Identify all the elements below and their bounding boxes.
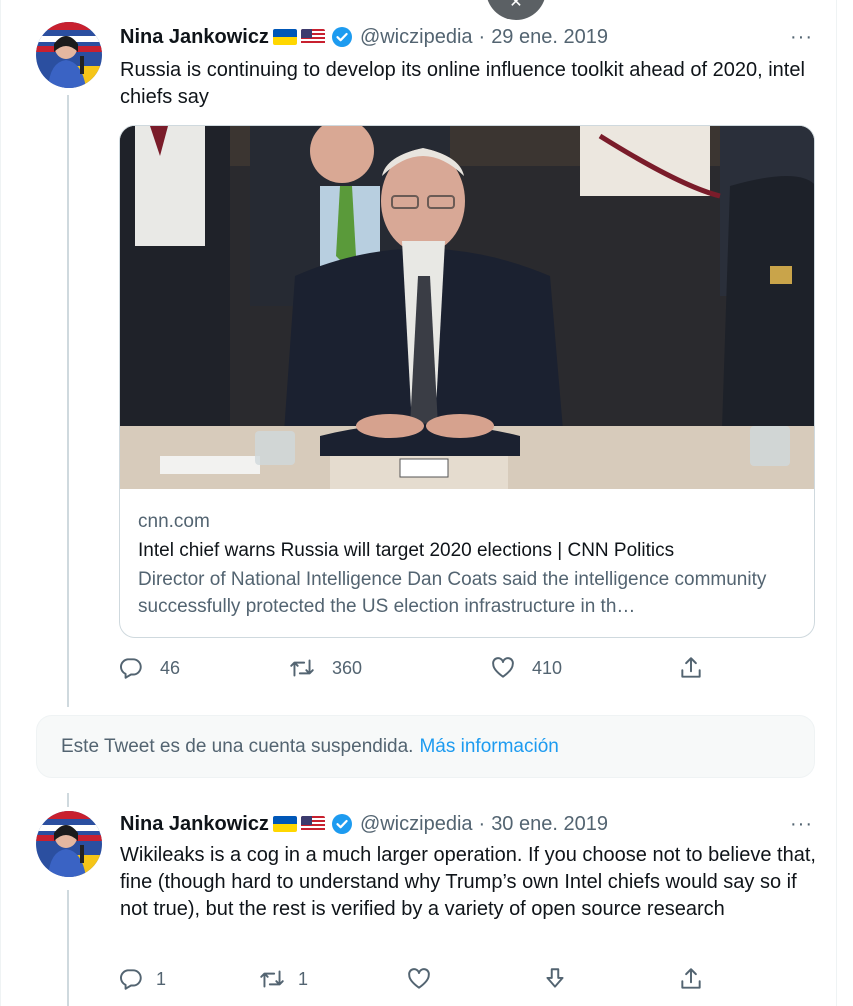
reply-count: 1 bbox=[156, 968, 167, 989]
close-button[interactable]: ✕ bbox=[486, 0, 546, 20]
retweet-count: 360 bbox=[332, 657, 363, 678]
like-button[interactable]: 410 bbox=[490, 655, 562, 681]
verified-badge-icon bbox=[331, 26, 353, 48]
separator-dot: · bbox=[478, 25, 486, 48]
thread-connector-line bbox=[67, 793, 69, 807]
reply-icon bbox=[118, 966, 144, 992]
like-count: 410 bbox=[532, 657, 563, 678]
share-icon bbox=[678, 966, 704, 992]
author-handle[interactable]: @wiczipedia bbox=[360, 813, 473, 836]
heart-icon bbox=[490, 655, 516, 681]
tip-button[interactable] bbox=[542, 966, 568, 992]
reply-button[interactable]: 46 bbox=[118, 655, 180, 681]
retweet-icon bbox=[258, 966, 286, 992]
tweet-header: Nina Jankowicz @wiczipedia · 29 ene. 201… bbox=[120, 24, 608, 50]
tweet-text: Wikileaks is a cog in a much larger oper… bbox=[120, 844, 816, 920]
tweet-date[interactable]: 29 ene. 2019 bbox=[491, 26, 608, 49]
tweet-date[interactable]: 30 ene. 2019 bbox=[491, 813, 608, 836]
close-icon: ✕ bbox=[509, 0, 523, 11]
ukraine-flag-icon bbox=[272, 29, 297, 45]
us-flag-icon bbox=[300, 816, 325, 832]
share-button[interactable] bbox=[678, 655, 704, 681]
suspended-text: Este Tweet es de una cuenta suspendida. bbox=[61, 735, 414, 757]
card-title[interactable]: Intel chief warns Russia will target 202… bbox=[138, 538, 796, 564]
reply-icon bbox=[118, 655, 144, 681]
author-handle[interactable]: @wiczipedia bbox=[360, 26, 473, 49]
more-options-icon[interactable]: ··· bbox=[790, 26, 813, 49]
retweet-icon bbox=[288, 655, 316, 681]
avatar[interactable] bbox=[36, 811, 102, 877]
share-button[interactable] bbox=[678, 966, 704, 992]
heart-icon bbox=[406, 966, 432, 992]
like-button[interactable] bbox=[406, 966, 432, 992]
timeline-border-left bbox=[0, 0, 1, 1006]
share-icon bbox=[678, 655, 704, 681]
tweet-header: Nina Jankowicz @wiczipedia · 30 ene. 201… bbox=[120, 811, 608, 837]
thread-connector-line bbox=[67, 95, 69, 707]
reply-button[interactable]: 1 bbox=[118, 966, 166, 992]
reply-count: 46 bbox=[160, 657, 181, 678]
tweet-text: Russia is continuing to develop its onli… bbox=[120, 59, 805, 108]
arrow-down-icon bbox=[542, 966, 568, 992]
card-description: Director of National Intelligence Dan Co… bbox=[138, 569, 767, 617]
avatar[interactable] bbox=[36, 22, 102, 88]
tweet-actions: 1 1 bbox=[118, 966, 708, 996]
more-options-icon[interactable]: ··· bbox=[790, 813, 813, 836]
thread-connector-line bbox=[67, 890, 69, 1006]
tweet-actions: 46 360 410 bbox=[118, 655, 708, 685]
ukraine-flag-icon bbox=[272, 816, 297, 832]
suspended-tweet-notice: Este Tweet es de una cuenta suspendida. … bbox=[36, 715, 815, 778]
link-card[interactable]: cnn.com Intel chief warns Russia will ta… bbox=[119, 125, 815, 638]
us-flag-icon bbox=[300, 29, 325, 45]
retweet-button[interactable]: 1 bbox=[258, 966, 308, 992]
verified-badge-icon bbox=[331, 813, 353, 835]
separator-dot: · bbox=[478, 812, 486, 835]
author-name[interactable]: Nina Jankowicz bbox=[120, 26, 269, 49]
card-domain: cnn.com bbox=[138, 511, 210, 532]
timeline-border-right bbox=[836, 0, 837, 1006]
author-name[interactable]: Nina Jankowicz bbox=[120, 813, 269, 836]
card-image[interactable] bbox=[120, 126, 814, 489]
retweet-button[interactable]: 360 bbox=[288, 655, 362, 681]
retweet-count: 1 bbox=[298, 968, 309, 989]
card-body: cnn.com Intel chief warns Russia will ta… bbox=[120, 489, 814, 620]
more-info-link[interactable]: Más información bbox=[419, 736, 558, 758]
